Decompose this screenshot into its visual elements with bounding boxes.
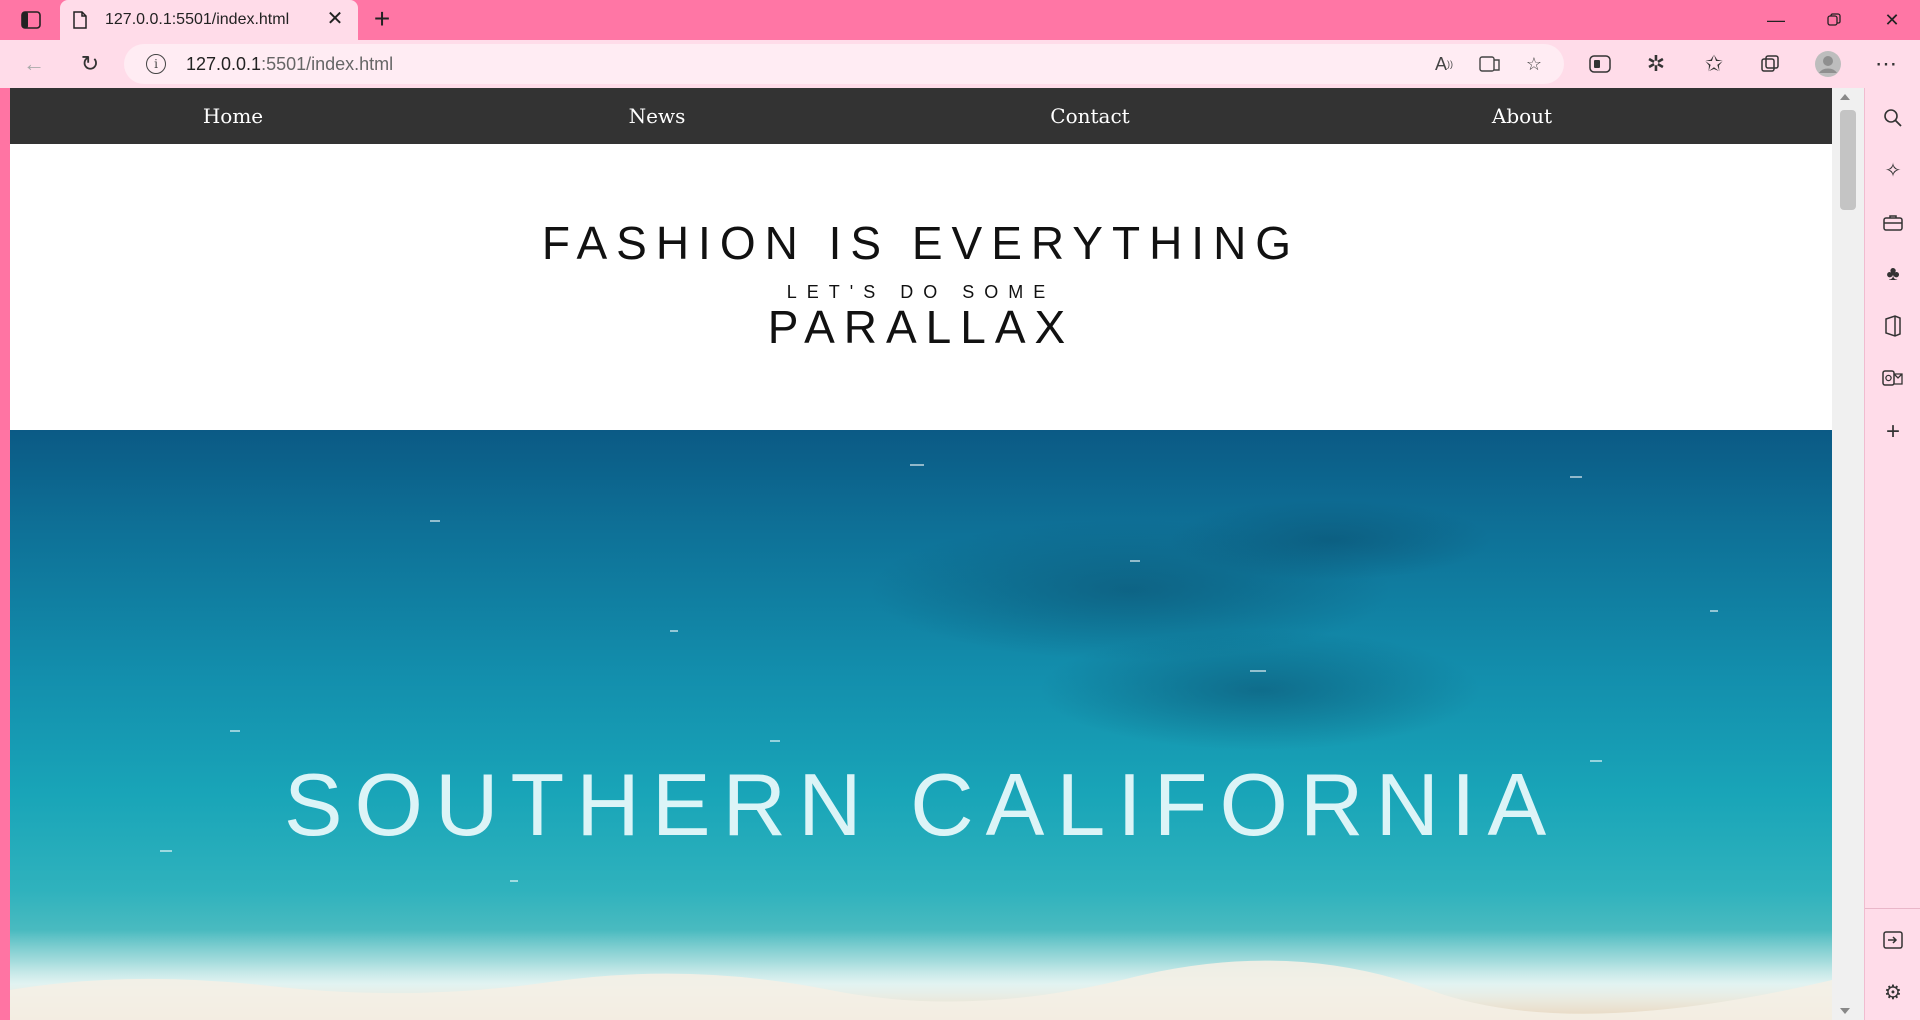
outlook-icon[interactable] (1879, 364, 1907, 392)
scrollbar-thumb[interactable] (1840, 110, 1856, 210)
sidebar-divider (1865, 908, 1920, 909)
tools-briefcase-icon[interactable] (1879, 208, 1907, 236)
immersive-reader-icon[interactable] (1478, 52, 1502, 76)
address-bar[interactable]: i 127.0.0.1:5501/index.html A)) ☆ (124, 44, 1564, 84)
browser-toolbar: ← ↻ i 127.0.0.1:5501/index.html A)) ☆ ✲ … (0, 40, 1920, 88)
office-icon[interactable] (1879, 312, 1907, 340)
page-header: FASHION IS EVERYTHING LET'S DO SOME PARA… (10, 144, 1832, 430)
browser-tab[interactable]: 127.0.0.1:5501/index.html ✕ (60, 0, 358, 40)
site-info-icon[interactable]: i (146, 54, 166, 74)
tab-strip: 127.0.0.1:5501/index.html ✕ + — ✕ (0, 0, 1920, 40)
url-text: 127.0.0.1:5501/index.html (186, 54, 394, 74)
settings-gear-icon[interactable]: ⚙ (1879, 978, 1907, 1006)
profile-avatar-icon[interactable] (1814, 50, 1842, 78)
nav-link-news[interactable]: News (610, 88, 704, 144)
hero-section: SOUTHERN CALIFORNIA (10, 430, 1832, 1020)
games-icon[interactable]: ♣ (1879, 260, 1907, 288)
nav-link-contact[interactable]: Contact (1036, 88, 1144, 144)
page-icon (72, 11, 88, 34)
sparkle-icon[interactable]: ✧ (1879, 156, 1907, 184)
nav-link-home[interactable]: Home (180, 88, 286, 144)
hero-title: SOUTHERN CALIFORNIA (283, 755, 1559, 854)
close-window-icon[interactable]: ✕ (1864, 0, 1920, 40)
site-navbar: Home News Contact About (10, 88, 1832, 144)
collections-icon[interactable] (1756, 50, 1784, 78)
minimize-icon[interactable]: — (1748, 0, 1804, 40)
page-headline: FASHION IS EVERYTHING (541, 217, 1301, 269)
more-options-icon[interactable]: ⋯ (1872, 50, 1900, 78)
new-tab-button[interactable]: + (368, 5, 396, 34)
refresh-icon[interactable]: ↻ (76, 50, 104, 78)
page-viewport: Home News Contact About FASHION IS EVERY… (10, 88, 1832, 1020)
scroll-up-arrow-icon[interactable] (1840, 94, 1850, 100)
tab-actions-icon[interactable] (10, 6, 52, 34)
back-icon[interactable]: ← (20, 50, 48, 78)
ocean-image (10, 464, 1832, 1020)
copilot-icon[interactable] (1586, 50, 1614, 78)
favorite-star-icon[interactable]: ☆ (1522, 52, 1546, 76)
add-icon[interactable]: + (1879, 418, 1907, 446)
extensions-icon[interactable]: ✲ (1642, 50, 1670, 78)
close-tab-icon[interactable]: ✕ (324, 8, 346, 30)
favorites-icon[interactable]: ✩ (1700, 50, 1728, 78)
page-scrollbar[interactable] (1832, 88, 1864, 1020)
edge-sidebar: ✧ ♣ + ⚙ (1864, 88, 1920, 1020)
page-subtitle: PARALLAX (767, 301, 1075, 353)
hide-sidebar-icon[interactable] (1879, 926, 1907, 954)
restore-icon[interactable] (1806, 0, 1862, 40)
tab-title: 127.0.0.1:5501/index.html (105, 11, 290, 28)
read-aloud-icon[interactable]: A)) (1432, 52, 1456, 76)
search-icon[interactable] (1879, 104, 1907, 132)
nav-link-about[interactable]: About (1472, 88, 1572, 144)
scroll-down-arrow-icon[interactable] (1840, 1008, 1850, 1014)
